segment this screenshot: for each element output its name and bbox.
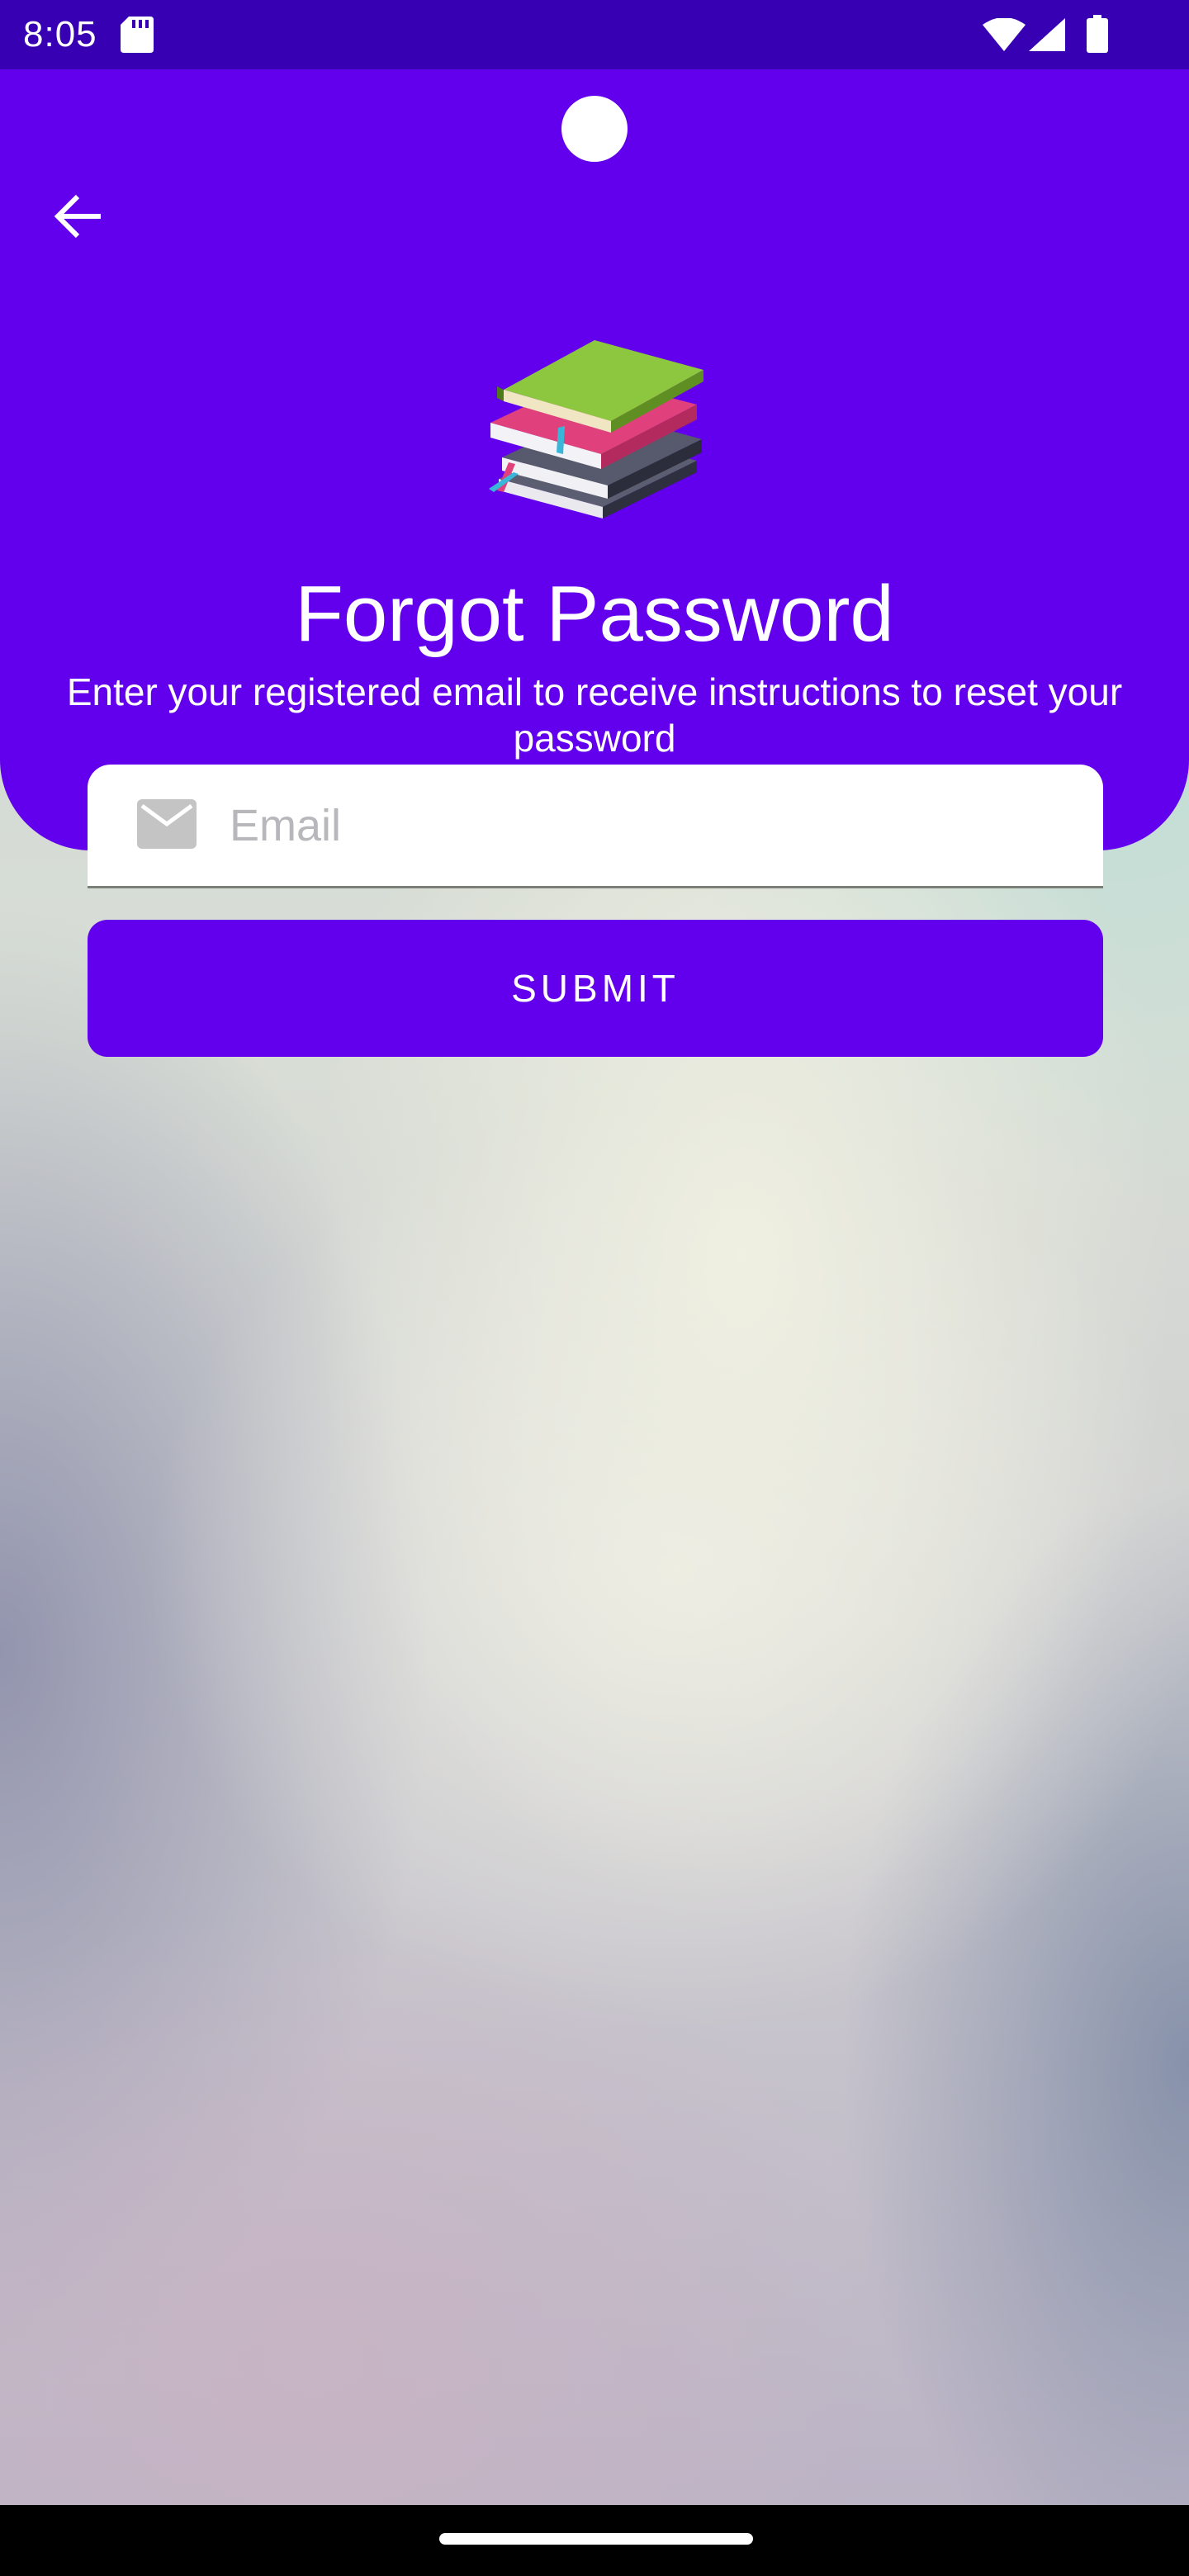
back-button[interactable] <box>43 182 112 251</box>
camera-cutout <box>561 96 628 162</box>
header-panel: Forgot Password Enter your registered em… <box>0 69 1189 850</box>
page-title: Forgot Password <box>295 570 894 658</box>
page-subtitle: Enter your registered email to receive i… <box>66 670 1123 760</box>
status-bar: 8:05 <box>0 0 1189 69</box>
mail-icon <box>137 799 197 852</box>
battery-icon <box>1087 15 1108 56</box>
wifi-icon <box>983 17 1026 54</box>
navigation-bar <box>0 2505 1189 2576</box>
sd-card-icon <box>121 17 155 56</box>
email-input[interactable] <box>230 789 1072 862</box>
signal-icon <box>1029 18 1065 54</box>
home-indicator[interactable] <box>439 2533 753 2545</box>
status-time: 8:05 <box>23 14 97 54</box>
submit-button[interactable]: SUBMIT <box>88 920 1103 1057</box>
email-field[interactable] <box>88 765 1103 888</box>
books-image <box>489 340 703 519</box>
arrow-left-icon <box>54 194 101 239</box>
